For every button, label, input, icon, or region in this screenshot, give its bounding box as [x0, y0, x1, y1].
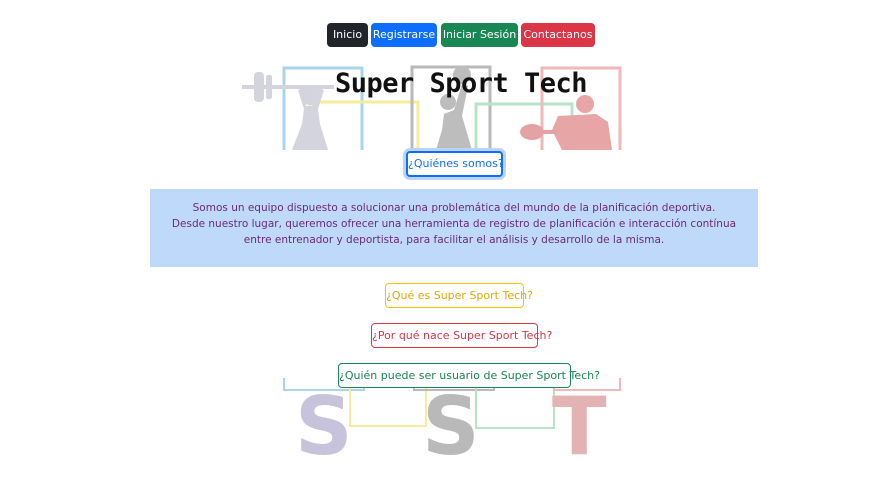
nav-contactanos-button[interactable]: Contactanos	[521, 23, 595, 47]
por-que-nace-button[interactable]: ¿Por qué nace Super Sport Tech?	[371, 323, 552, 348]
logo-letter-s: S	[295, 380, 353, 460]
about-line: Somos un equipo dispuesto a solucionar u…	[192, 202, 716, 214]
site-title: Super Sport Tech	[334, 68, 588, 99]
quienes-somos-button[interactable]: ¿Quiénes somos?	[406, 151, 504, 177]
logo-letter-s: S	[422, 380, 480, 460]
about-line: entre entrenador y deportista, para faci…	[243, 234, 665, 246]
que-es-button[interactable]: ¿Qué es Super Sport Tech?	[385, 283, 533, 308]
quien-puede-button[interactable]: ¿Quién puede ser usuario de Super Sport …	[338, 363, 600, 388]
about-line: Desde nuestro lugar, queremos ofrecer un…	[171, 218, 737, 230]
sst-logo-image: S S T	[270, 378, 630, 460]
about-panel: Somos un equipo dispuesto a solucionar u…	[150, 189, 758, 267]
logo-letter-t: T	[552, 380, 607, 460]
nav-registrarse-button[interactable]: Registrarse	[371, 23, 437, 47]
nav-inicio-button[interactable]: Inicio	[327, 23, 368, 47]
top-nav: Inicio Registrarse Iniciar Sesión Contac…	[0, 23, 886, 47]
nav-iniciar-sesion-button[interactable]: Iniciar Sesión	[441, 23, 518, 47]
